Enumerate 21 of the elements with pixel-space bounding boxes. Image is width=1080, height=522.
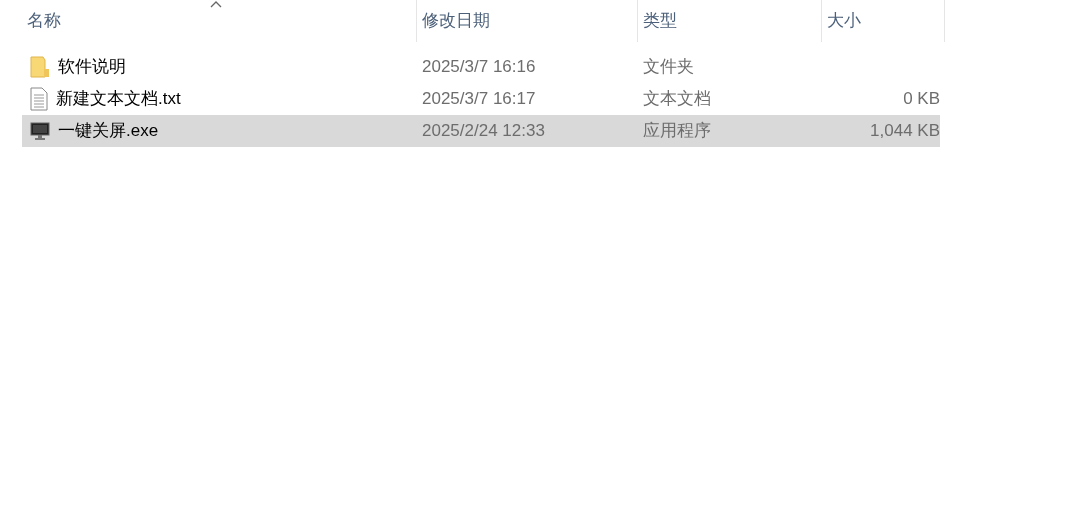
file-name: 新建文本文档.txt — [56, 88, 181, 111]
file-name: 软件说明 — [58, 56, 126, 79]
modified-date: 2025/3/7 16:17 — [422, 89, 536, 109]
column-header[interactable]: 修改日期 — [422, 8, 490, 34]
monitor-icon — [30, 121, 50, 141]
file-name: 一键关屏.exe — [58, 120, 159, 143]
file-type: 文本文档 — [643, 89, 711, 109]
file-size: 0 KB — [903, 88, 940, 111]
document-icon — [30, 87, 48, 111]
file-type: 应用程序 — [643, 121, 711, 141]
file-row[interactable]: 软件说明 2025/3/7 16:16 文件夹 — [22, 51, 940, 83]
file-row[interactable]: 新建文本文档.txt 2025/3/7 16:17 文本文档 0 KB — [22, 83, 940, 115]
file-row[interactable]: 一键关屏.exe 2025/2/24 12:33 应用程序 1,044 KB — [22, 115, 940, 147]
column-header[interactable]: 大小 — [827, 8, 861, 34]
folder-icon — [30, 55, 50, 79]
column-header[interactable]: 类型 — [643, 8, 677, 34]
modified-date: 2025/3/7 16:16 — [422, 57, 536, 77]
modified-date: 2025/2/24 12:33 — [422, 121, 545, 141]
column-header[interactable]: 名称 — [27, 8, 61, 34]
file-type: 文件夹 — [643, 57, 694, 77]
file-size: 1,044 KB — [870, 120, 940, 143]
